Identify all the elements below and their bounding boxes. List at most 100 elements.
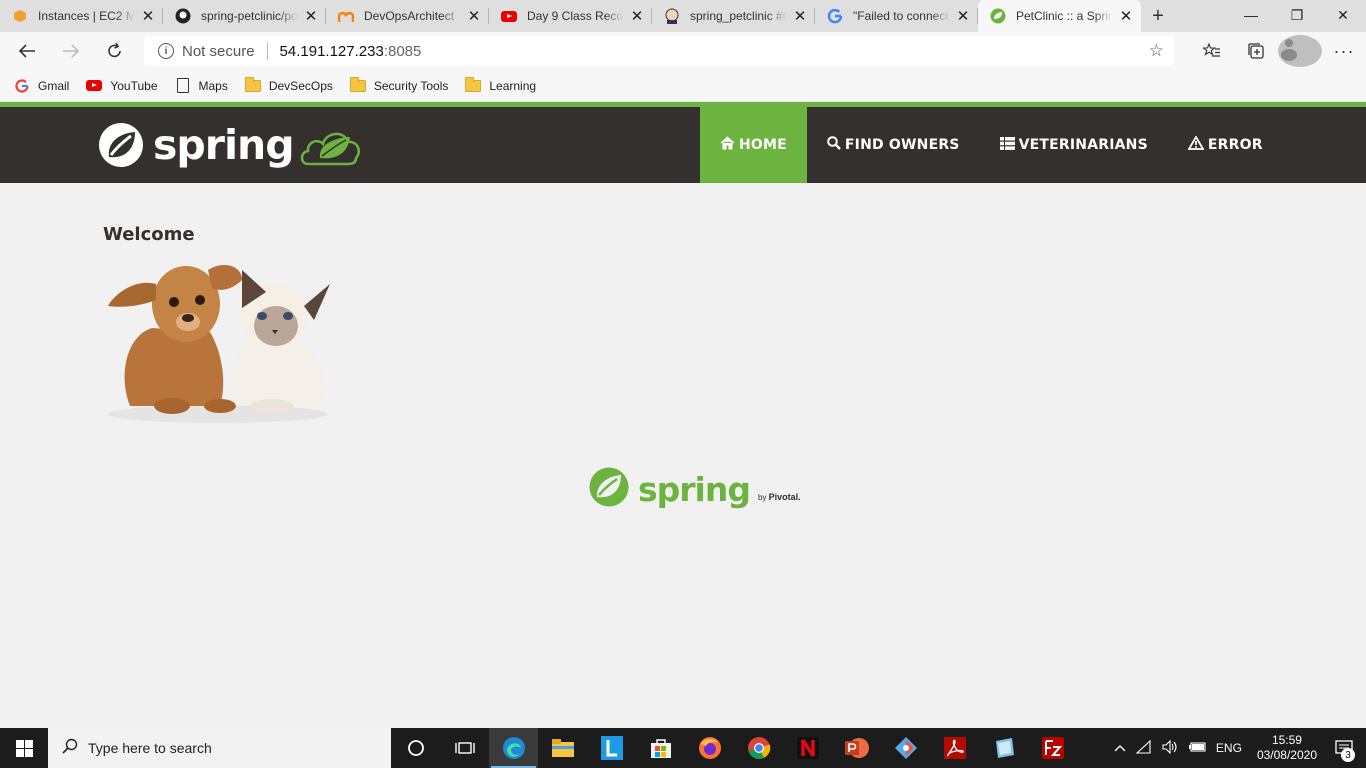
close-icon[interactable]: ✕	[302, 7, 320, 25]
minimize-button[interactable]: —	[1228, 0, 1274, 30]
forward-icon[interactable]	[54, 35, 88, 67]
tab-ec2[interactable]: Instances | EC2 Management Console ✕	[0, 0, 163, 32]
folder-icon	[349, 76, 366, 93]
refresh-icon[interactable]	[98, 35, 132, 67]
tab-jenkins[interactable]: spring_petclinic #0 ✕	[652, 0, 815, 32]
tab-title: spring_petclinic #0	[690, 9, 787, 23]
new-tab-button[interactable]: +	[1141, 0, 1175, 32]
tab-petclinic[interactable]: PetClinic :: a Spring ✕	[978, 0, 1141, 32]
acrobat-icon[interactable]	[930, 728, 979, 768]
wifi-icon[interactable]	[1135, 739, 1152, 757]
spring-leaf-icon	[99, 123, 143, 167]
clock-time: 15:59	[1271, 733, 1302, 747]
main-menu: HOME FIND OWNERS VETERINARIANS ERROR	[700, 107, 1283, 183]
powerpoint-icon[interactable]	[832, 728, 881, 768]
spring-logo[interactable]: spring	[97, 118, 364, 172]
filezilla-icon[interactable]	[1028, 728, 1077, 768]
navigation-bar: i Not secure 54.191.127.233:8085 ☆ ···	[0, 32, 1366, 70]
l-app-icon[interactable]	[587, 728, 636, 768]
folder-icon	[244, 76, 261, 93]
close-icon[interactable]: ✕	[791, 7, 809, 25]
close-icon[interactable]: ✕	[1117, 7, 1135, 25]
restore-button[interactable]: ❐	[1274, 0, 1320, 30]
aws-icon	[12, 8, 28, 24]
clock[interactable]: 15:59 03/08/2020	[1257, 733, 1317, 763]
tab-google[interactable]: "Failed to connect ✕	[815, 0, 978, 32]
netflix-icon[interactable]	[783, 728, 832, 768]
tab-devopsarchitect[interactable]: DevOpsArchitect ✕	[326, 0, 489, 32]
store-icon[interactable]	[636, 728, 685, 768]
tab-title: "Failed to connect	[853, 9, 949, 23]
toolbar-right: ···	[1190, 32, 1366, 70]
bookmark-gmail[interactable]: Gmail	[14, 79, 69, 93]
taskbar-search[interactable]: Type here to search	[48, 728, 391, 768]
menu-find-owners[interactable]: FIND OWNERS	[807, 107, 980, 183]
moodle-icon	[338, 8, 354, 24]
bookmark-youtube[interactable]: YouTube	[86, 78, 158, 93]
menu-error[interactable]: ERROR	[1168, 107, 1283, 183]
petclinic-cloud-icon	[300, 132, 360, 166]
close-icon[interactable]: ✕	[954, 7, 972, 25]
firefox-icon[interactable]	[685, 728, 734, 768]
bookmark-devsecops[interactable]: DevSecOps	[244, 76, 333, 93]
warning-icon	[1187, 135, 1205, 154]
chevron-up-icon[interactable]	[1114, 741, 1126, 755]
close-window-button[interactable]: ✕	[1320, 0, 1366, 30]
back-icon[interactable]	[10, 35, 44, 67]
edge-icon[interactable]	[489, 728, 538, 768]
search-icon	[827, 136, 841, 154]
bookmark-learning[interactable]: Learning	[465, 76, 536, 93]
task-view-icon[interactable]	[440, 728, 489, 768]
file-explorer-icon[interactable]	[538, 728, 587, 768]
tab-title: DevOpsArchitect	[364, 9, 455, 23]
page-icon	[175, 78, 191, 93]
search-placeholder: Type here to search	[88, 740, 212, 756]
list-icon	[999, 136, 1015, 154]
chrome-icon[interactable]	[734, 728, 783, 768]
bookmark-label: Security Tools	[373, 78, 449, 93]
bookmark-security-tools[interactable]: Security Tools	[349, 76, 449, 93]
close-icon[interactable]: ✕	[628, 7, 646, 25]
windows-start-icon[interactable]	[0, 728, 48, 768]
url-host: 54.191.127.233	[279, 42, 384, 60]
app-header: spring HOME FIND OWNERS VETERINARIANS ER…	[0, 107, 1366, 183]
google-icon	[14, 78, 30, 93]
tab-strip: Instances | EC2 Management Console ✕ spr…	[0, 0, 1366, 32]
menu-home[interactable]: HOME	[700, 107, 807, 183]
more-menu-icon[interactable]: ···	[1322, 35, 1366, 67]
tab-title: PetClinic :: a Spring	[1016, 9, 1113, 23]
git-app-icon[interactable]	[881, 728, 930, 768]
profile-avatar[interactable]	[1278, 35, 1322, 67]
tab-title: Instances | EC2 Management Console	[38, 9, 135, 23]
bookmark-label: Maps	[198, 78, 228, 93]
favorite-star-icon[interactable]: ☆	[1149, 41, 1164, 61]
security-label: Not secure	[182, 42, 255, 60]
menu-label: VETERINARIANS	[1018, 137, 1148, 153]
notifications-icon[interactable]: 3	[1332, 736, 1356, 762]
close-icon[interactable]: ✕	[139, 7, 157, 25]
tab-title: spring-petclinic/pom.xml	[201, 9, 298, 23]
cortana-icon[interactable]	[391, 728, 440, 768]
tab-youtube[interactable]: Day 9 Class Recording ✕	[489, 0, 652, 32]
notepad-app-icon[interactable]	[979, 728, 1028, 768]
url-text: 54.191.127.233:8085	[280, 43, 422, 60]
tab-title: Day 9 Class Recording	[527, 9, 624, 23]
bookmark-maps[interactable]: Maps	[175, 78, 228, 93]
search-icon	[62, 738, 78, 759]
bookmark-label: YouTube	[110, 78, 158, 93]
address-bar[interactable]: i Not secure 54.191.127.233:8085 ☆	[144, 36, 1174, 66]
tab-github[interactable]: spring-petclinic/pom.xml ✕	[163, 0, 326, 32]
spring-icon	[990, 8, 1006, 24]
language-indicator[interactable]: ENG	[1216, 741, 1242, 755]
volume-icon[interactable]	[1162, 739, 1178, 757]
info-icon[interactable]: i	[158, 43, 174, 59]
favorites-icon[interactable]	[1190, 35, 1234, 67]
collections-icon[interactable]	[1234, 35, 1278, 67]
close-icon[interactable]: ✕	[465, 7, 483, 25]
menu-veterinarians[interactable]: VETERINARIANS	[980, 107, 1168, 183]
battery-icon[interactable]	[1188, 741, 1206, 756]
footer-spring-logo: spring by Pivotal.	[588, 466, 801, 508]
spring-leaf-icon	[589, 467, 629, 507]
jenkins-icon	[664, 8, 680, 24]
window-controls: — ❐ ✕	[1228, 0, 1366, 30]
